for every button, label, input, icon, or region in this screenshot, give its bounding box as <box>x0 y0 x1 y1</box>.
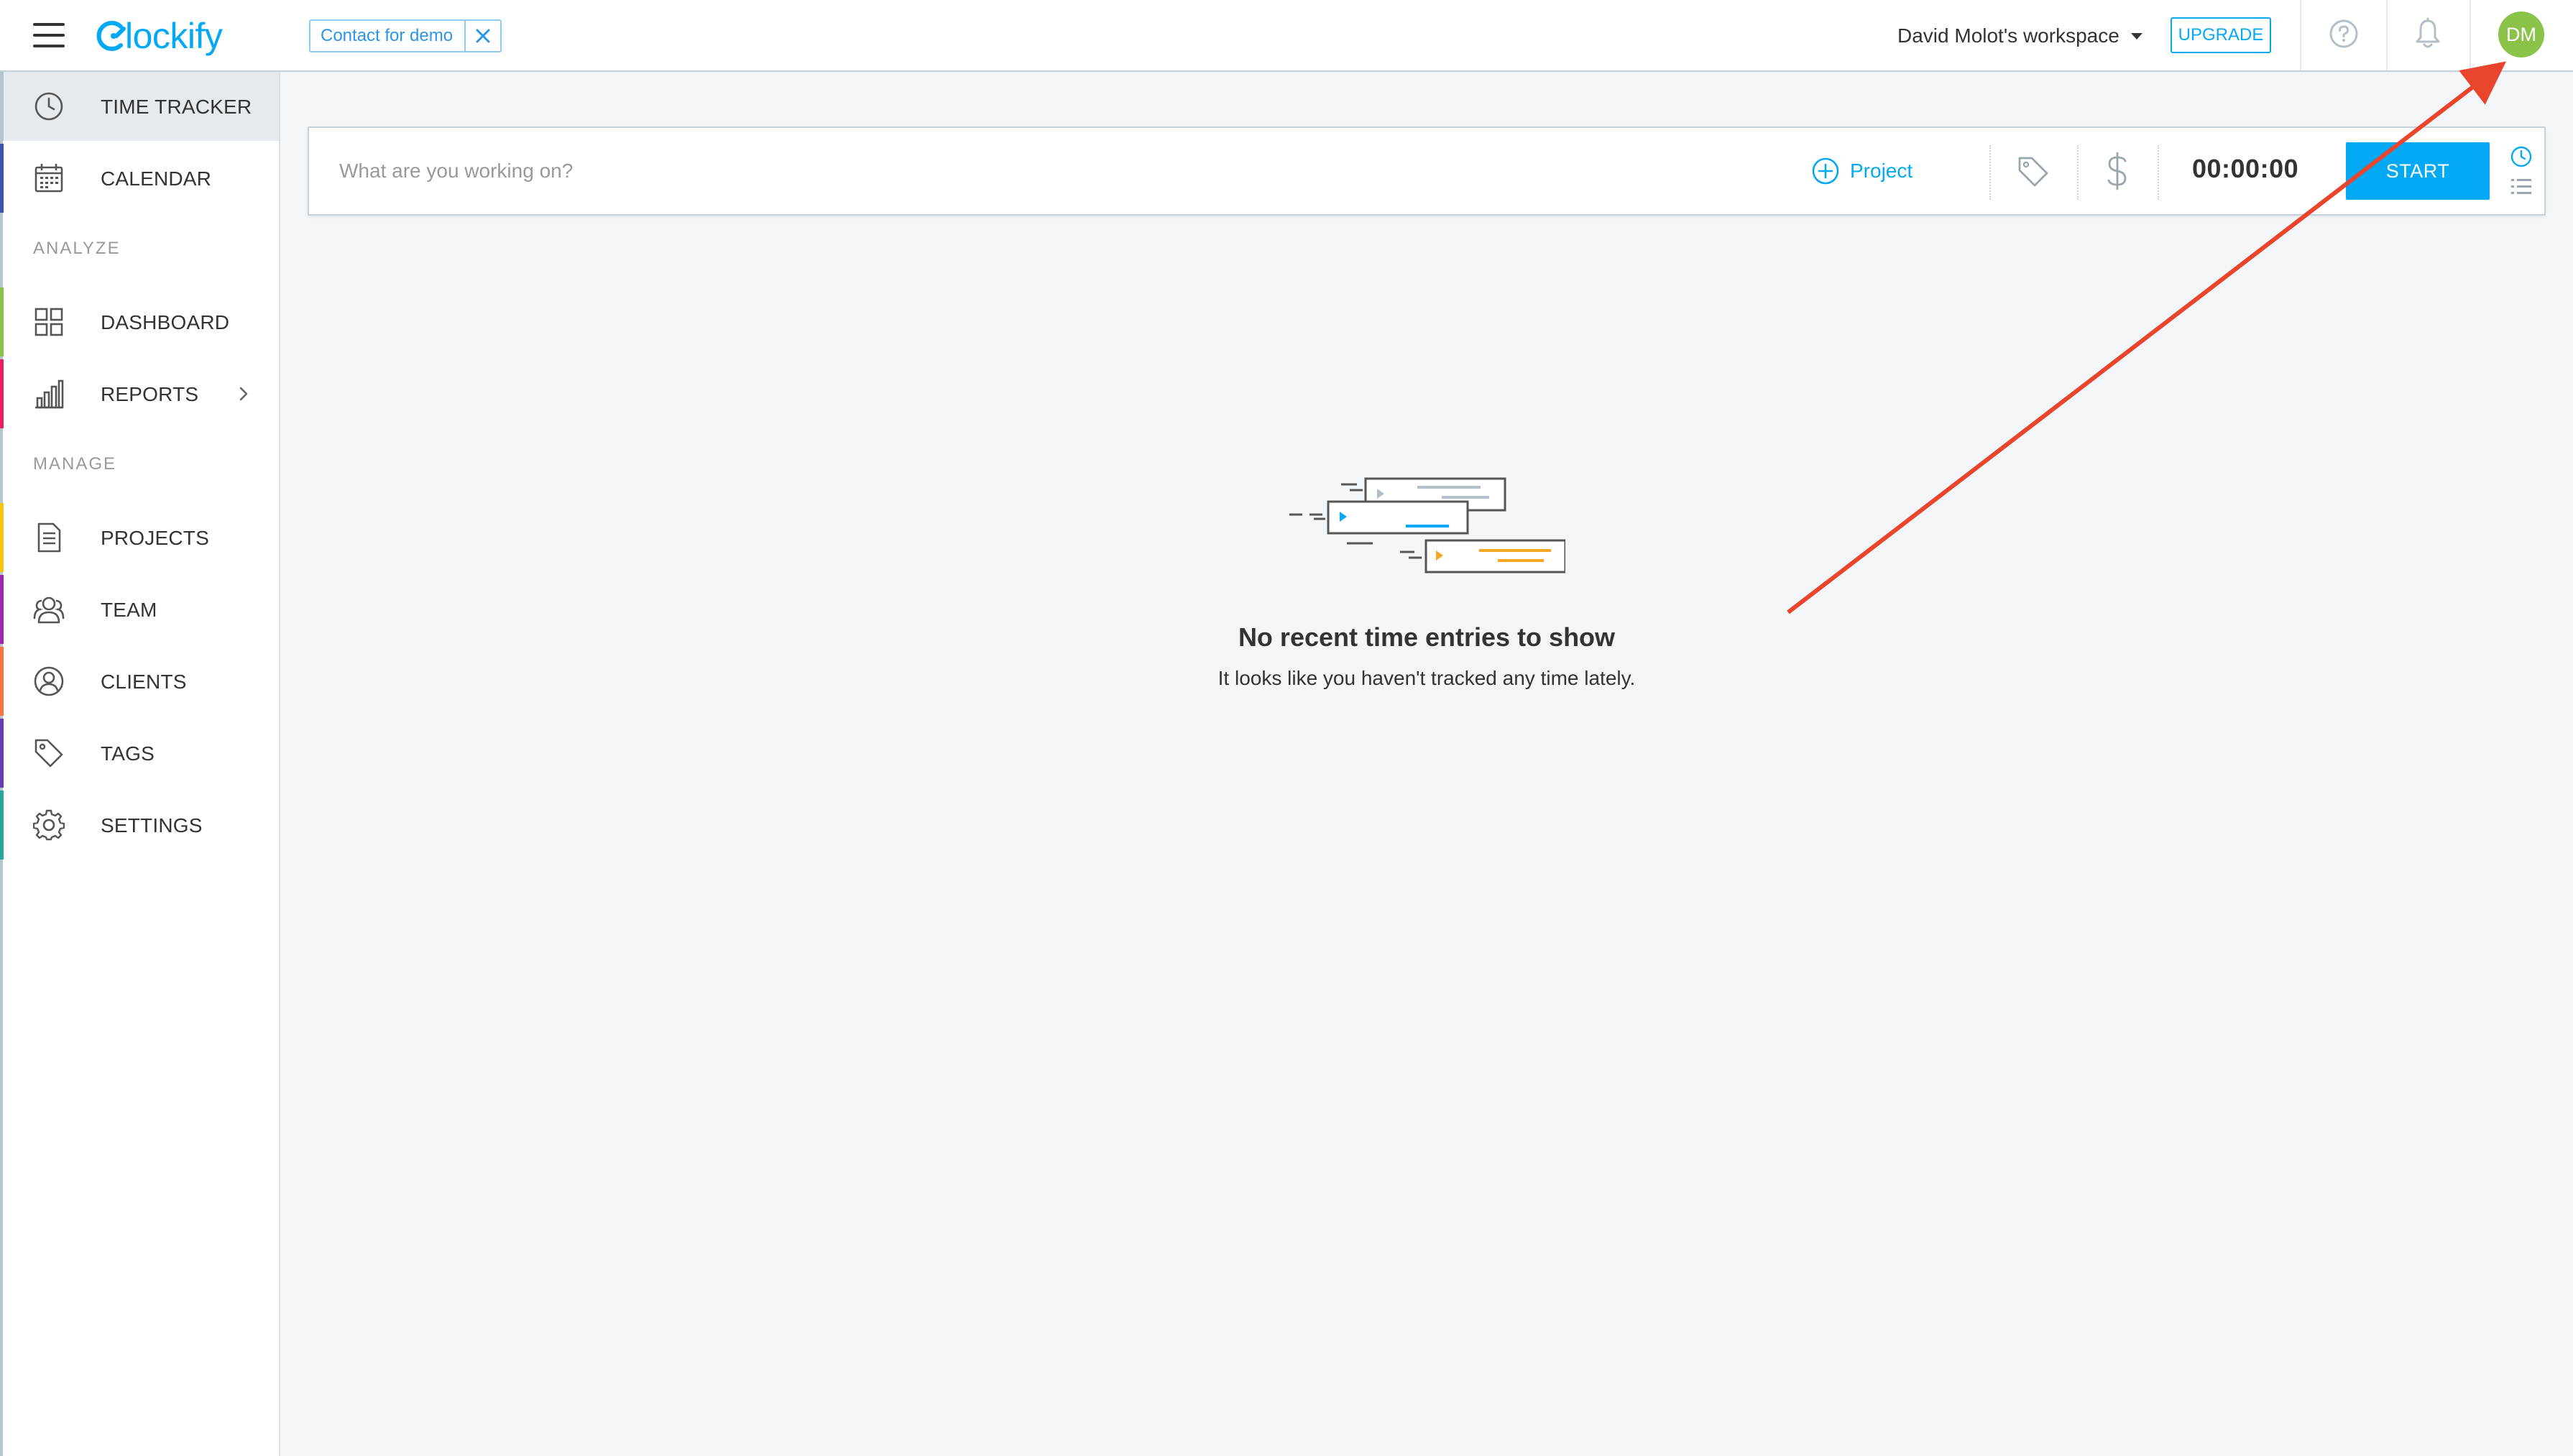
timer-bar: Project 00:00:00 START <box>308 126 2546 216</box>
sidebar-color-stripe <box>0 791 4 860</box>
sidebar-item-reports[interactable]: REPORTS <box>0 359 279 428</box>
sidebar-item-label: SETTINGS <box>101 814 203 837</box>
sidebar-item-label: CLIENTS <box>101 671 187 693</box>
timer-duration: 00:00:00 <box>2192 154 2299 183</box>
description-input[interactable] <box>339 152 1741 190</box>
timer-mode-clock-icon[interactable] <box>2510 145 2533 168</box>
dashboard-icon <box>34 308 63 336</box>
close-icon[interactable] <box>464 21 500 51</box>
contact-demo-link[interactable]: Contact for demo <box>310 26 464 46</box>
header-divider <box>2386 0 2388 70</box>
timer-divider <box>1989 145 1991 200</box>
sidebar-item-team[interactable]: TEAM <box>0 575 279 644</box>
sidebar-color-stripe <box>0 647 4 716</box>
projects-icon <box>37 522 61 553</box>
workspace-label: David Molot's workspace <box>1897 24 2119 47</box>
empty-state-illustration <box>1289 477 1565 573</box>
clockify-logo[interactable]: lockify <box>95 13 223 59</box>
manual-mode-list-icon[interactable] <box>2510 177 2533 197</box>
sidebar-item-label: DASHBOARD <box>101 311 230 333</box>
sidebar-item-label: TIME TRACKER <box>101 96 252 118</box>
sidebar-color-stripe <box>0 144 4 213</box>
sidebar-item-label: TAGS <box>101 742 155 765</box>
sidebar-item-clients[interactable]: CLIENTS <box>0 647 279 716</box>
sidebar-color-stripe <box>0 359 4 428</box>
sidebar-item-label: CALENDAR <box>101 167 212 190</box>
timer-divider <box>2077 145 2079 200</box>
sidebar-item-projects[interactable]: PROJECTS <box>0 503 279 572</box>
upgrade-button[interactable]: UPGRADE <box>2171 17 2271 53</box>
sidebar-item-tags[interactable]: TAGS <box>0 719 279 788</box>
sidebar-item-time-tracker[interactable]: TIME TRACKER <box>0 72 279 141</box>
help-icon[interactable] <box>2329 19 2359 49</box>
sidebar-item-label: TEAM <box>101 599 157 621</box>
annotation-arrow <box>1787 61 2507 614</box>
avatar[interactable]: DM <box>2498 11 2544 57</box>
close-x-glyph <box>476 29 490 43</box>
start-button[interactable]: START <box>2346 142 2490 200</box>
tag-icon <box>34 739 63 768</box>
timer-divider <box>2158 145 2159 200</box>
sidebar-color-stripe <box>0 503 4 572</box>
project-label: Project <box>1850 160 1913 182</box>
empty-state-subtitle: It looks like you haven't tracked any ti… <box>1218 667 1636 689</box>
bell-icon[interactable] <box>2412 17 2444 50</box>
menu-icon[interactable] <box>33 22 65 49</box>
team-icon <box>33 596 65 624</box>
sidebar-item-label: PROJECTS <box>101 527 209 549</box>
sidebar: TIME TRACKER CALENDAR ANALYZE DASHBOARD <box>0 72 280 1456</box>
clockify-logo-icon <box>96 21 126 51</box>
top-header: lockify Contact for demo David Molot's w… <box>0 0 2573 72</box>
calendar-icon <box>34 163 63 193</box>
workspace-selector[interactable]: David Molot's workspace <box>1897 20 2142 52</box>
sidebar-item-dashboard[interactable]: DASHBOARD <box>0 287 279 356</box>
gear-icon <box>33 809 65 841</box>
sidebar-item-settings[interactable]: SETTINGS <box>0 791 279 860</box>
clients-icon <box>34 666 64 696</box>
sidebar-color-stripe <box>0 287 4 356</box>
chevron-right-icon <box>239 387 248 401</box>
tag-icon[interactable] <box>2017 155 2050 188</box>
chevron-down-icon <box>2130 32 2142 40</box>
sidebar-color-stripe <box>0 72 4 141</box>
sidebar-item-label: REPORTS <box>101 383 199 405</box>
dollar-icon[interactable] <box>2103 151 2132 191</box>
section-label-analyze: ANALYZE <box>33 239 121 258</box>
sidebar-item-calendar[interactable]: CALENDAR <box>0 144 279 213</box>
project-picker-button[interactable]: Project <box>1811 154 1913 188</box>
sidebar-color-stripe <box>0 719 4 788</box>
section-label-manage: MANAGE <box>33 454 117 474</box>
header-divider <box>2470 0 2471 70</box>
app-root: lockify Contact for demo David Molot's w… <box>0 0 2573 1456</box>
clock-icon <box>34 92 63 121</box>
logo-text: lockify <box>125 16 223 56</box>
empty-state-title: No recent time entries to show <box>1238 622 1616 652</box>
header-divider <box>2300 0 2301 70</box>
plus-circle-icon <box>1812 157 1839 185</box>
reports-icon <box>35 379 64 409</box>
sidebar-color-stripe <box>0 575 4 644</box>
contact-demo-chip: Contact for demo <box>309 19 502 52</box>
